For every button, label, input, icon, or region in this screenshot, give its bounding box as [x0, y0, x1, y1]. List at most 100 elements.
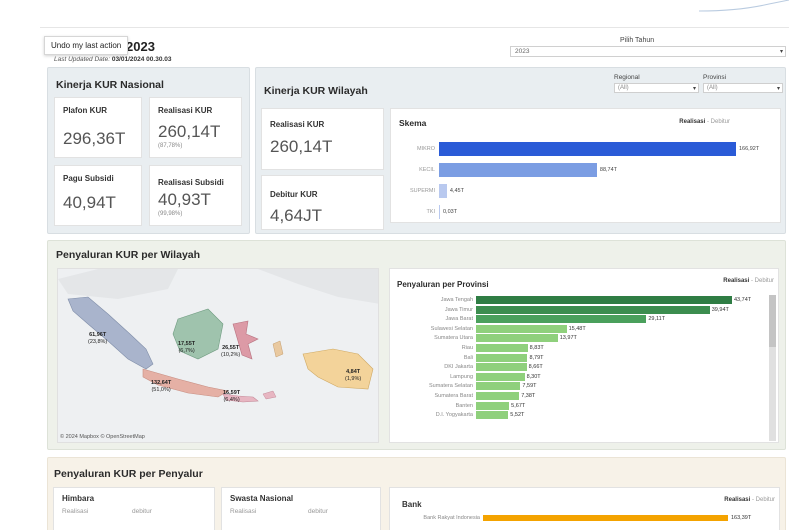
- panel-title: Kinerja KUR Wilayah: [264, 85, 368, 97]
- skema-bar[interactable]: [439, 163, 597, 177]
- legend-realisasi[interactable]: Realisasi: [679, 119, 705, 125]
- map-label-value: 4,84T: [346, 369, 361, 375]
- card-label: Debitur KUR: [270, 190, 318, 199]
- map-label-value: 16,59T: [223, 390, 241, 396]
- chevron-down-icon: ▾: [779, 49, 783, 55]
- map-attribution[interactable]: © 2024 Mapbox © OpenStreetMap: [60, 434, 145, 440]
- skema-bar[interactable]: [439, 142, 736, 156]
- provinsi-bar[interactable]: [476, 296, 732, 304]
- map-label-value: 26,55T: [222, 345, 240, 351]
- card-debitur-wilayah: Debitur KUR 4,64JT: [261, 175, 384, 230]
- year-filter-select[interactable]: 2023 ▾: [510, 46, 786, 57]
- bank-row-bar[interactable]: [483, 515, 728, 521]
- provinsi-bar-value: 15,48T: [568, 325, 586, 332]
- map-label-nusa-tenggara[interactable]: 16,59T (6,4%): [223, 390, 240, 403]
- skema-category-label: KECIL: [419, 167, 435, 173]
- chart-title: Penyaluran per Provinsi: [397, 280, 489, 289]
- map-indonesia[interactable]: 61,96T (23,8%) 17,55T (6,7%) 26,55T (10,…: [57, 268, 379, 443]
- filter-regional-select[interactable]: (All) ▾: [614, 83, 699, 93]
- card-title: Swasta Nasional: [230, 494, 294, 503]
- provinsi-bar[interactable]: [476, 382, 521, 391]
- legend-realisasi[interactable]: Realisasi: [724, 497, 750, 503]
- provinsi-bar[interactable]: [476, 344, 528, 352]
- panel-kinerja-wilayah: Kinerja KUR Wilayah Regional (All) ▾ Pro…: [255, 67, 786, 234]
- provinsi-bar[interactable]: [476, 363, 527, 372]
- provinsi-bar[interactable]: [476, 315, 647, 324]
- map-label-pct: (51,0%): [151, 386, 171, 393]
- provinsi-category-label: Sumatera Utara: [434, 335, 473, 342]
- provinsi-category-label: DKI Jakarta: [444, 364, 473, 371]
- chart-legend: Realisasi - Debitur: [723, 278, 774, 284]
- filter-provinsi-label: Provinsi: [703, 74, 727, 81]
- panel-title: Kinerja KUR Nasional: [56, 79, 164, 91]
- legend-realisasi[interactable]: Realisasi: [723, 278, 749, 284]
- provinsi-bar-value: 8,79T: [529, 354, 544, 361]
- filter-provinsi-value: (All): [707, 85, 718, 91]
- provinsi-category-label: Banten: [455, 402, 473, 409]
- provinsi-bar[interactable]: [476, 372, 525, 381]
- scrollbar-track[interactable]: [769, 295, 776, 441]
- map-canvas: [58, 269, 378, 403]
- provinsi-bar[interactable]: [476, 353, 528, 362]
- skema-category-label: SUPERMI: [409, 188, 435, 194]
- card-title: Himbara: [62, 494, 95, 503]
- provinsi-bar[interactable]: [476, 411, 509, 420]
- provinsi-category-label: Bali: [463, 354, 473, 361]
- map-label-sumatera[interactable]: 61,96T (23,8%): [88, 332, 107, 345]
- legend-debitur[interactable]: Debitur: [756, 497, 775, 503]
- scrollbar-thumb[interactable]: [769, 295, 776, 347]
- skema-bar[interactable]: [439, 184, 447, 198]
- card-realisasi-subsidi: Realisasi Subsidi 40,93T (99,98%): [149, 165, 242, 226]
- col-realisasi: Realisasi: [230, 508, 257, 515]
- last-updated-value: 03/01/2024 00.30.03: [111, 56, 172, 63]
- legend-debitur[interactable]: Debitur: [755, 278, 774, 284]
- map-label-pct: (6,7%): [178, 347, 195, 354]
- provinsi-category-label: Riau: [461, 345, 473, 351]
- top-divider: [40, 27, 789, 28]
- col-realisasi: Realisasi: [62, 508, 89, 515]
- legend-debitur[interactable]: Debitur: [711, 119, 730, 125]
- panel-title: Penyaluran KUR per Wilayah: [56, 249, 201, 261]
- chart-title: Skema: [399, 118, 427, 128]
- card-value: 40,93T: [158, 190, 211, 209]
- map-label-kalimantan[interactable]: 17,55T (6,7%): [178, 341, 195, 354]
- card-label: Realisasi KUR: [270, 120, 325, 129]
- last-updated-label: Last Updated Date:: [54, 56, 111, 63]
- card-value: 4,64JT: [270, 206, 322, 225]
- last-updated: Last Updated Date: 03/01/2024 00.30.03: [54, 56, 171, 63]
- provinsi-bar[interactable]: [476, 305, 710, 314]
- card-sub: (99,98%): [158, 211, 183, 217]
- year-filter-label: Pilih Tahun: [620, 37, 655, 44]
- card-value: 40,94T: [63, 193, 116, 212]
- provinsi-bar[interactable]: [476, 334, 558, 343]
- map-label-pct: (23,8%): [88, 338, 108, 345]
- provinsi-bar-value: 5,67T: [511, 402, 526, 409]
- provinsi-bar[interactable]: [476, 392, 520, 400]
- undo-tooltip: Undo my last action: [44, 36, 129, 55]
- provinsi-bar-value: 8,83T: [529, 345, 544, 351]
- panel-title: Penyaluran KUR per Penyalur: [54, 468, 203, 480]
- map-label-sulawesi[interactable]: 26,55T (10,2%): [221, 345, 240, 358]
- card-sub: (87,78%): [158, 143, 183, 149]
- card-bank: Bank Realisasi - Debitur Bank Rakyat Ind…: [389, 487, 780, 530]
- map-label-jawa[interactable]: 132,64T (51,0%): [151, 380, 171, 393]
- filter-regional-label: Regional: [614, 74, 640, 81]
- card-swasta-nasional: Swasta Nasional Realisasi debitur: [221, 487, 381, 530]
- map-label-papua[interactable]: 4,84T (1,9%): [345, 369, 361, 382]
- bank-row-label: Bank Rakyat Indonesia: [423, 515, 480, 521]
- card-realisasi-wilayah: Realisasi KUR 260,14T: [261, 108, 384, 170]
- card-value: 296,36T: [63, 129, 126, 148]
- card-value: 260,14T: [270, 137, 333, 156]
- filter-provinsi-select[interactable]: (All) ▾: [703, 83, 783, 93]
- skema-bar[interactable]: [439, 205, 440, 219]
- skema-bar-value: 4,45T: [449, 188, 464, 194]
- filter-regional-value: (All): [618, 85, 629, 91]
- card-label: Realisasi KUR: [158, 106, 213, 115]
- map-label-pct: (1,9%): [345, 375, 362, 382]
- provinsi-bar[interactable]: [476, 401, 510, 410]
- skema-category-label: MIKRO: [416, 146, 435, 152]
- provinsi-bar-value: 8,30T: [526, 373, 541, 380]
- panel-kinerja-nasional: Kinerja KUR Nasional Plafon KUR 296,36T …: [47, 67, 250, 234]
- provinsi-bar[interactable]: [476, 324, 567, 333]
- provinsi-bar-value: 5,52T: [510, 412, 525, 419]
